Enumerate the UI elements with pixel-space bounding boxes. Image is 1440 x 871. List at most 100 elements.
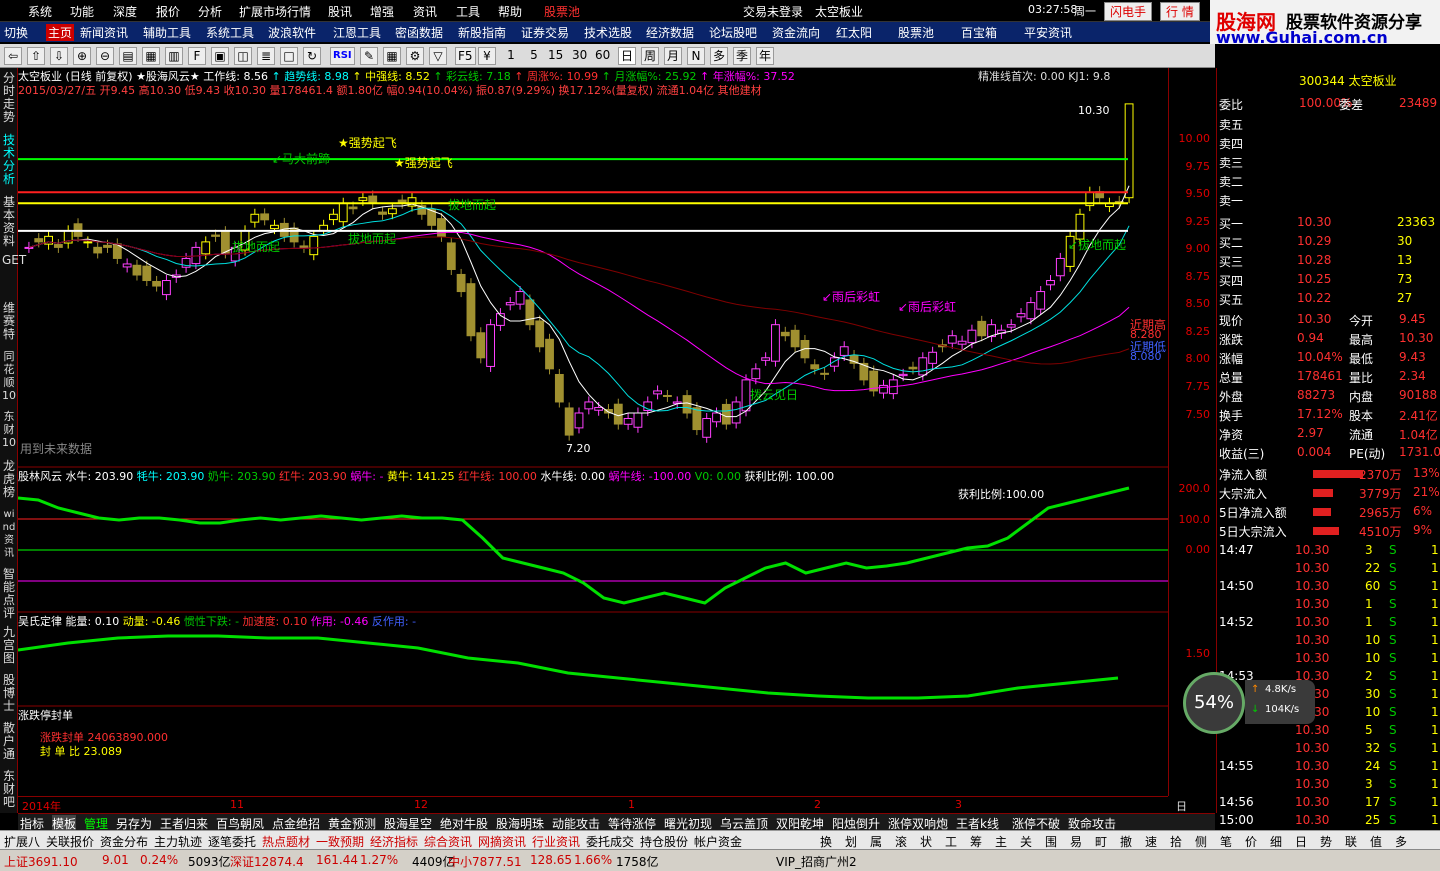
rsi-button[interactable]: RSI bbox=[330, 47, 355, 65]
grid-icon[interactable]: ▦ bbox=[142, 47, 160, 65]
side-tab-active[interactable]: 技术分析 bbox=[2, 134, 16, 186]
quick-button[interactable]: 换 bbox=[820, 833, 832, 850]
indicator1-title[interactable]: 股林风云 bbox=[18, 470, 62, 483]
period-30m[interactable]: 30 bbox=[570, 47, 589, 65]
filter-icon[interactable]: ▽ bbox=[429, 47, 447, 65]
side-tab[interactable]: 龙虎榜 bbox=[2, 460, 16, 499]
chart-area[interactable]: 太空板业 (日线 前复权) ★股海风云★ 工作线: 8.56 ↑ 趋势线: 8.… bbox=[18, 68, 1168, 796]
nav-item[interactable]: 证券交易 bbox=[521, 24, 569, 41]
period-week[interactable]: 周 bbox=[641, 47, 660, 65]
quick-button[interactable]: 速 bbox=[1145, 833, 1157, 850]
side-tab[interactable]: 维赛特 bbox=[2, 302, 16, 341]
function-tab[interactable]: 持仓股份 bbox=[640, 833, 688, 850]
down-arrow-icon[interactable]: ⇩ bbox=[50, 47, 68, 65]
f5-icon[interactable]: F5 bbox=[455, 47, 476, 65]
function-tab[interactable]: 关联报价 bbox=[46, 833, 94, 850]
function-tab[interactable]: 资金分布 bbox=[100, 833, 148, 850]
nav-item[interactable]: 辅助工具 bbox=[143, 24, 191, 41]
nav-item[interactable]: 系统工具 bbox=[206, 24, 254, 41]
nav-item[interactable]: 平安资讯 bbox=[1024, 24, 1072, 41]
period-year[interactable]: 年 bbox=[756, 47, 775, 65]
side-tab[interactable]: 基本资料 bbox=[2, 196, 16, 248]
period-1m[interactable]: 1 bbox=[502, 47, 520, 65]
function-tab[interactable]: 逐笔委托 bbox=[208, 833, 256, 850]
up-arrow-icon[interactable]: ⇧ bbox=[27, 47, 45, 65]
indicator2-title[interactable]: 吴氏定律 bbox=[18, 615, 62, 628]
menu-item[interactable]: 功能 bbox=[70, 3, 94, 20]
network-speed-gauge[interactable]: 54% bbox=[1183, 672, 1245, 734]
quick-button[interactable]: 工 bbox=[945, 833, 957, 850]
nav-item-home[interactable]: 主页 bbox=[46, 24, 75, 41]
function-tab[interactable]: 扩展八 bbox=[4, 833, 40, 850]
menu-item[interactable]: 扩展市场行情 bbox=[239, 3, 311, 20]
quick-button[interactable]: 围 bbox=[1045, 833, 1057, 850]
indicator3-title[interactable]: 涨跌停封单 bbox=[18, 707, 73, 723]
nav-item[interactable]: 经济数据 bbox=[646, 24, 694, 41]
quick-button[interactable]: 多 bbox=[1395, 833, 1407, 850]
sh-index[interactable]: 上证3691.10 bbox=[4, 853, 78, 870]
quick-button[interactable]: 撤 bbox=[1120, 833, 1132, 850]
menu-item[interactable]: 增强 bbox=[370, 3, 394, 20]
period-5m[interactable]: 5 bbox=[525, 47, 543, 65]
back-arrow-icon[interactable]: ⇦ bbox=[4, 47, 22, 65]
nav-item[interactable]: 股票池 bbox=[898, 24, 934, 41]
flash-trade-button[interactable]: 闪电手 bbox=[1104, 2, 1153, 21]
window-icon[interactable]: □ bbox=[280, 47, 298, 65]
quick-button[interactable]: 属 bbox=[870, 833, 882, 850]
sme-index[interactable]: 中小7877.51 bbox=[448, 853, 522, 870]
quick-button[interactable]: 状 bbox=[920, 833, 932, 850]
quick-button[interactable]: 划 bbox=[845, 833, 857, 850]
quick-button[interactable]: 联 bbox=[1345, 833, 1357, 850]
f10-icon[interactable]: F bbox=[188, 47, 206, 65]
period-15m[interactable]: 15 bbox=[546, 47, 565, 65]
kline-chart[interactable] bbox=[18, 68, 1168, 796]
menu-item[interactable]: 帮助 bbox=[498, 3, 522, 20]
quick-button[interactable]: 值 bbox=[1370, 833, 1382, 850]
side-tab[interactable]: 股博士 bbox=[2, 674, 16, 713]
period-multi[interactable]: 多 bbox=[710, 47, 729, 65]
function-tab[interactable]: 综合资讯 bbox=[424, 833, 472, 850]
side-tab[interactable]: 九宫图 bbox=[2, 626, 16, 665]
chart-icon[interactable]: ▤ bbox=[119, 47, 137, 65]
menu-item[interactable]: 深度 bbox=[113, 3, 137, 20]
function-tab[interactable]: 网摘资讯 bbox=[478, 833, 526, 850]
period-60m[interactable]: 60 bbox=[593, 47, 612, 65]
nav-item[interactable]: 切换 bbox=[4, 24, 28, 41]
period-month[interactable]: 月 bbox=[664, 47, 683, 65]
function-tab[interactable]: 一致预期 bbox=[316, 833, 364, 850]
bar-icon[interactable]: ▥ bbox=[165, 47, 183, 65]
zoom-out-icon[interactable]: ⊖ bbox=[96, 47, 114, 65]
nav-item[interactable]: 新股指南 bbox=[458, 24, 506, 41]
side-tab[interactable]: 东财吧 bbox=[2, 770, 16, 809]
quote-button[interactable]: 行 情 bbox=[1160, 2, 1200, 21]
money-icon[interactable]: ¥ bbox=[478, 47, 496, 65]
quick-button[interactable]: 町 bbox=[1095, 833, 1107, 850]
nav-item[interactable]: 技术选股 bbox=[584, 24, 632, 41]
side-tab[interactable]: 分时走势 bbox=[2, 72, 16, 124]
nav-item[interactable]: 密函数据 bbox=[395, 24, 443, 41]
function-tab[interactable]: 经济指标 bbox=[370, 833, 418, 850]
nav-item[interactable]: 论坛股吧 bbox=[709, 24, 757, 41]
function-tab[interactable]: 委托成交 bbox=[586, 833, 634, 850]
nav-item[interactable]: 资金流向 bbox=[772, 24, 820, 41]
menu-item[interactable]: 报价 bbox=[156, 3, 180, 20]
quick-button[interactable]: 滚 bbox=[895, 833, 907, 850]
period-n[interactable]: N bbox=[687, 47, 705, 65]
list-icon[interactable]: ≣ bbox=[257, 47, 275, 65]
side-tab[interactable]: 东财10 bbox=[2, 410, 16, 449]
quick-button[interactable]: 价 bbox=[1245, 833, 1257, 850]
menu-item[interactable]: 系统 bbox=[28, 3, 52, 20]
quick-button[interactable]: 主 bbox=[995, 833, 1007, 850]
menu-item[interactable]: 分析 bbox=[198, 3, 222, 20]
nav-item[interactable]: 波浪软件 bbox=[268, 24, 316, 41]
tile-icon[interactable]: ▦ bbox=[383, 47, 401, 65]
quick-button[interactable]: 易 bbox=[1070, 833, 1082, 850]
sz-index[interactable]: 深证12874.4 bbox=[230, 853, 304, 870]
quick-button[interactable]: 日 bbox=[1295, 833, 1307, 850]
side-tab[interactable]: 智能点评 bbox=[2, 568, 16, 620]
draw-icon[interactable]: ✎ bbox=[360, 47, 378, 65]
quick-button[interactable]: 关 bbox=[1020, 833, 1032, 850]
function-tab[interactable]: 主力轨迹 bbox=[154, 833, 202, 850]
box-icon[interactable]: ▣ bbox=[211, 47, 229, 65]
zoom-in-icon[interactable]: ⊕ bbox=[73, 47, 91, 65]
